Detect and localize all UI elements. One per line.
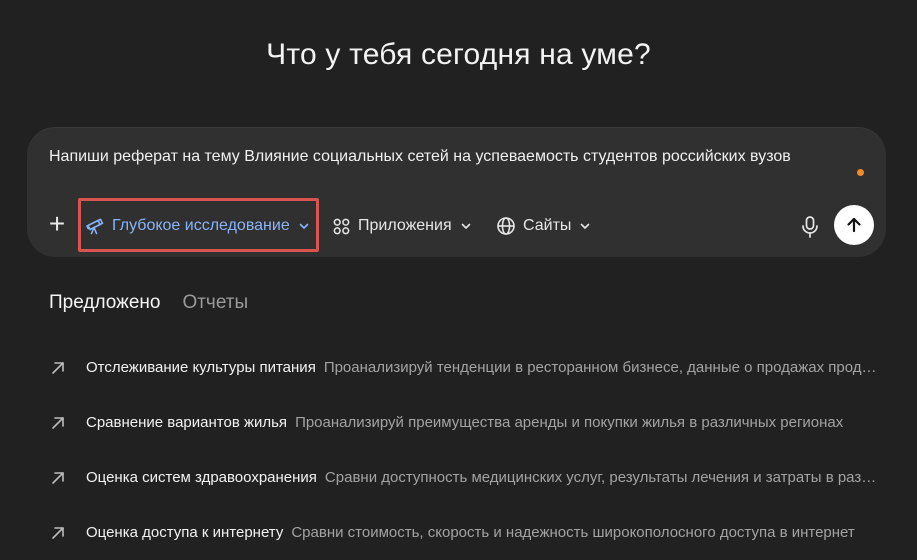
suggestion-item[interactable]: Сравнение вариантов жилья Проанализируй … xyxy=(49,395,879,450)
sites-button[interactable]: Сайты xyxy=(496,210,591,242)
chevron-down-icon xyxy=(461,223,470,229)
suggestion-description: Проанализируй преимущества аренды и поку… xyxy=(295,414,844,431)
suggestion-description: Сравни стоимость, скорость и надежность … xyxy=(291,524,855,541)
page-title: Что у тебя сегодня на уме? xyxy=(266,38,651,71)
suggestion-title: Отслеживание культуры питания xyxy=(86,359,316,376)
apps-grid-icon xyxy=(333,218,350,234)
composer-toolbar: + Глубокое исследование Приложения Сайты xyxy=(27,199,886,255)
apps-button[interactable]: Приложения xyxy=(332,210,472,242)
deep-research-button[interactable]: Глубокое исследование xyxy=(85,210,310,242)
prompt-input[interactable]: Напиши реферат на тему Влияние социальны… xyxy=(49,148,791,166)
composer: Напиши реферат на тему Влияние социальны… xyxy=(27,127,886,257)
arrow-up-right-icon xyxy=(52,471,64,484)
suggestion-list: Отслеживание культуры питания Проанализи… xyxy=(49,340,879,560)
suggestion-title: Сравнение вариантов жилья xyxy=(86,414,288,431)
telescope-icon xyxy=(86,218,104,235)
suggestion-item[interactable]: Оценка систем здравоохранения Сравни дос… xyxy=(49,450,879,505)
tab-reports[interactable]: Отчеты xyxy=(182,292,248,314)
microphone-icon[interactable] xyxy=(799,215,821,239)
arrow-up-right-icon xyxy=(52,526,64,539)
typing-indicator xyxy=(857,169,864,176)
chevron-down-icon xyxy=(299,223,309,229)
deep-research-label: Глубокое исследование xyxy=(112,217,290,234)
suggestion-description: Проанализируй тенденции в ресторанном би… xyxy=(323,359,879,376)
suggestion-title: Оценка систем здравоохранения xyxy=(86,469,317,486)
suggestion-title: Оценка доступа к интернету xyxy=(86,524,284,541)
arrow-up-right-icon xyxy=(52,416,64,429)
sites-label: Сайты xyxy=(523,217,572,234)
send-button[interactable] xyxy=(834,205,874,245)
suggestion-description: Сравни доступность медицинских услуг, ре… xyxy=(324,469,879,486)
arrow-up-icon xyxy=(847,217,861,233)
plus-icon[interactable]: + xyxy=(44,210,70,238)
chevron-down-icon xyxy=(581,223,590,229)
tab-suggested[interactable]: Предложено xyxy=(49,292,160,314)
suggestion-tabs: Предложено Отчеты xyxy=(49,292,248,314)
apps-label: Приложения xyxy=(358,217,452,234)
arrow-up-right-icon xyxy=(52,361,64,374)
suggestion-item[interactable]: Отслеживание культуры питания Проанализи… xyxy=(49,340,879,395)
globe-icon xyxy=(497,217,515,235)
suggestion-item[interactable]: Оценка доступа к интернету Сравни стоимо… xyxy=(49,505,879,560)
